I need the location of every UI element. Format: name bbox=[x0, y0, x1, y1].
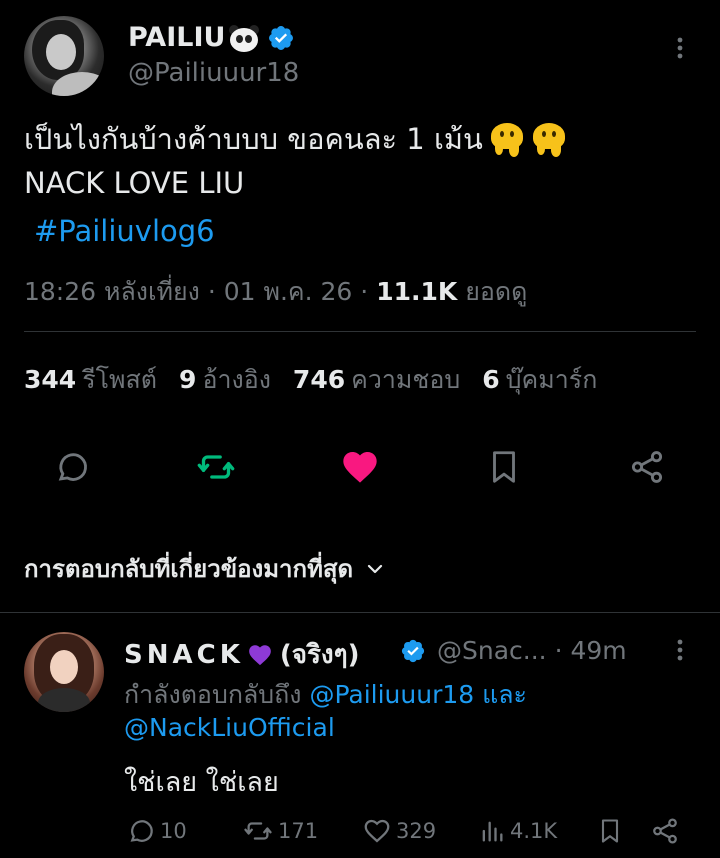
likes-stat[interactable]: 746 ความชอบ bbox=[293, 360, 460, 400]
reply-like-button[interactable]: 329 bbox=[362, 816, 436, 846]
post-text-line-2: NACK LOVE LIU bbox=[24, 166, 245, 200]
reply-reposts-count: 171 bbox=[278, 819, 319, 843]
reply-repost-button[interactable]: 171 bbox=[242, 816, 318, 846]
reply-button[interactable] bbox=[52, 447, 92, 487]
melting-face-emoji-icon bbox=[531, 121, 567, 157]
author-avatar[interactable] bbox=[24, 16, 104, 96]
repost-icon bbox=[197, 455, 235, 479]
views-count: 11.1K bbox=[376, 277, 458, 306]
replying-to: กำลังตอบกลับถึง @Pailiuuur18 และ bbox=[124, 675, 527, 715]
reply-author-name[interactable]: SNACK (จริงๆ) bbox=[124, 634, 359, 675]
author-display-name[interactable]: PAILIU bbox=[128, 22, 295, 53]
share-icon bbox=[653, 818, 677, 844]
like-button[interactable] bbox=[340, 447, 380, 487]
mention-link[interactable]: @NackLiuOfficial bbox=[124, 713, 335, 742]
more-options-icon[interactable] bbox=[666, 34, 694, 62]
repost-icon bbox=[244, 822, 272, 840]
author-name-text: PAILIU bbox=[128, 22, 226, 53]
divider bbox=[0, 612, 720, 613]
heart-icon bbox=[364, 819, 390, 843]
reply-bookmark-button[interactable] bbox=[596, 816, 628, 846]
reply-name-suffix: (จริงๆ) bbox=[279, 640, 360, 670]
and-word: และ bbox=[474, 680, 527, 709]
bookmark-icon bbox=[493, 451, 515, 483]
verified-badge-icon bbox=[401, 639, 425, 663]
reply-views-count: 4.1K bbox=[510, 819, 558, 843]
purple-heart-emoji-icon bbox=[249, 644, 271, 665]
reply-reply-button[interactable]: 10 bbox=[126, 816, 187, 846]
post-stats: 344 รีโพสต์ 9 อ้างอิง 746 ความชอบ 6 บุ๊คมาร์… bbox=[24, 360, 597, 400]
views-label: ยอดดู bbox=[457, 277, 528, 306]
reply-replies-count: 10 bbox=[160, 819, 187, 843]
replies-sort-dropdown[interactable]: การตอบกลับที่เกี่ยวข้องมากที่สุด bbox=[24, 549, 387, 588]
replying-prefix: กำลังตอบกลับถึง bbox=[124, 680, 310, 709]
verified-badge-icon bbox=[269, 25, 294, 50]
more-options-icon[interactable] bbox=[666, 636, 694, 664]
post-text-line-1: เป็นไงกันบ้างค้าบบบ ขอคนละ 1 เม้น bbox=[24, 116, 567, 162]
post-time-text[interactable]: 18:26 หลังเที่ยง · 01 พ.ค. 26 · bbox=[24, 277, 376, 306]
mention-link[interactable]: @Pailiuuur18 bbox=[309, 680, 474, 709]
quotes-stat[interactable]: 9 อ้างอิง bbox=[179, 360, 271, 400]
reposts-stat[interactable]: 344 รีโพสต์ bbox=[24, 360, 157, 400]
reply-likes-count: 329 bbox=[396, 819, 437, 843]
post-timestamp[interactable]: 18:26 หลังเที่ยง · 01 พ.ค. 26 · 11.1K ยอ… bbox=[24, 272, 527, 312]
author-handle[interactable]: @Pailiuuur18 bbox=[128, 58, 299, 88]
reply-views-button[interactable]: 4.1K bbox=[478, 816, 557, 846]
divider bbox=[24, 331, 696, 332]
hashtag-link[interactable]: #Pailiuvlog6 bbox=[34, 214, 215, 248]
replies-sort-label: การตอบกลับที่เกี่ยวข้องมากที่สุด bbox=[24, 555, 354, 583]
share-button[interactable] bbox=[627, 447, 667, 487]
post-text: เป็นไงกันบ้างค้าบบบ ขอคนละ 1 เม้น bbox=[24, 122, 483, 156]
reply-author-avatar[interactable] bbox=[24, 632, 104, 712]
analytics-icon bbox=[482, 821, 503, 842]
reply-name-text: SNACK bbox=[124, 639, 244, 670]
share-icon bbox=[631, 451, 663, 483]
heart-filled-icon bbox=[343, 452, 377, 483]
panda-emoji-icon bbox=[227, 23, 261, 53]
bookmarks-stat[interactable]: 6 บุ๊คมาร์ก bbox=[482, 360, 597, 400]
bookmark-button[interactable] bbox=[484, 447, 524, 487]
reply-icon bbox=[130, 820, 153, 842]
repost-button[interactable] bbox=[196, 447, 236, 487]
bookmark-icon bbox=[601, 819, 619, 843]
reply-share-button[interactable] bbox=[650, 816, 684, 846]
melting-face-emoji-icon bbox=[489, 121, 525, 157]
reply-text: ใช่เลย ใช่เลย bbox=[124, 767, 279, 798]
chevron-down-icon bbox=[368, 564, 383, 573]
reply-icon bbox=[58, 453, 87, 481]
reply-handle-time[interactable]: @Snac... · 49m bbox=[437, 636, 627, 665]
